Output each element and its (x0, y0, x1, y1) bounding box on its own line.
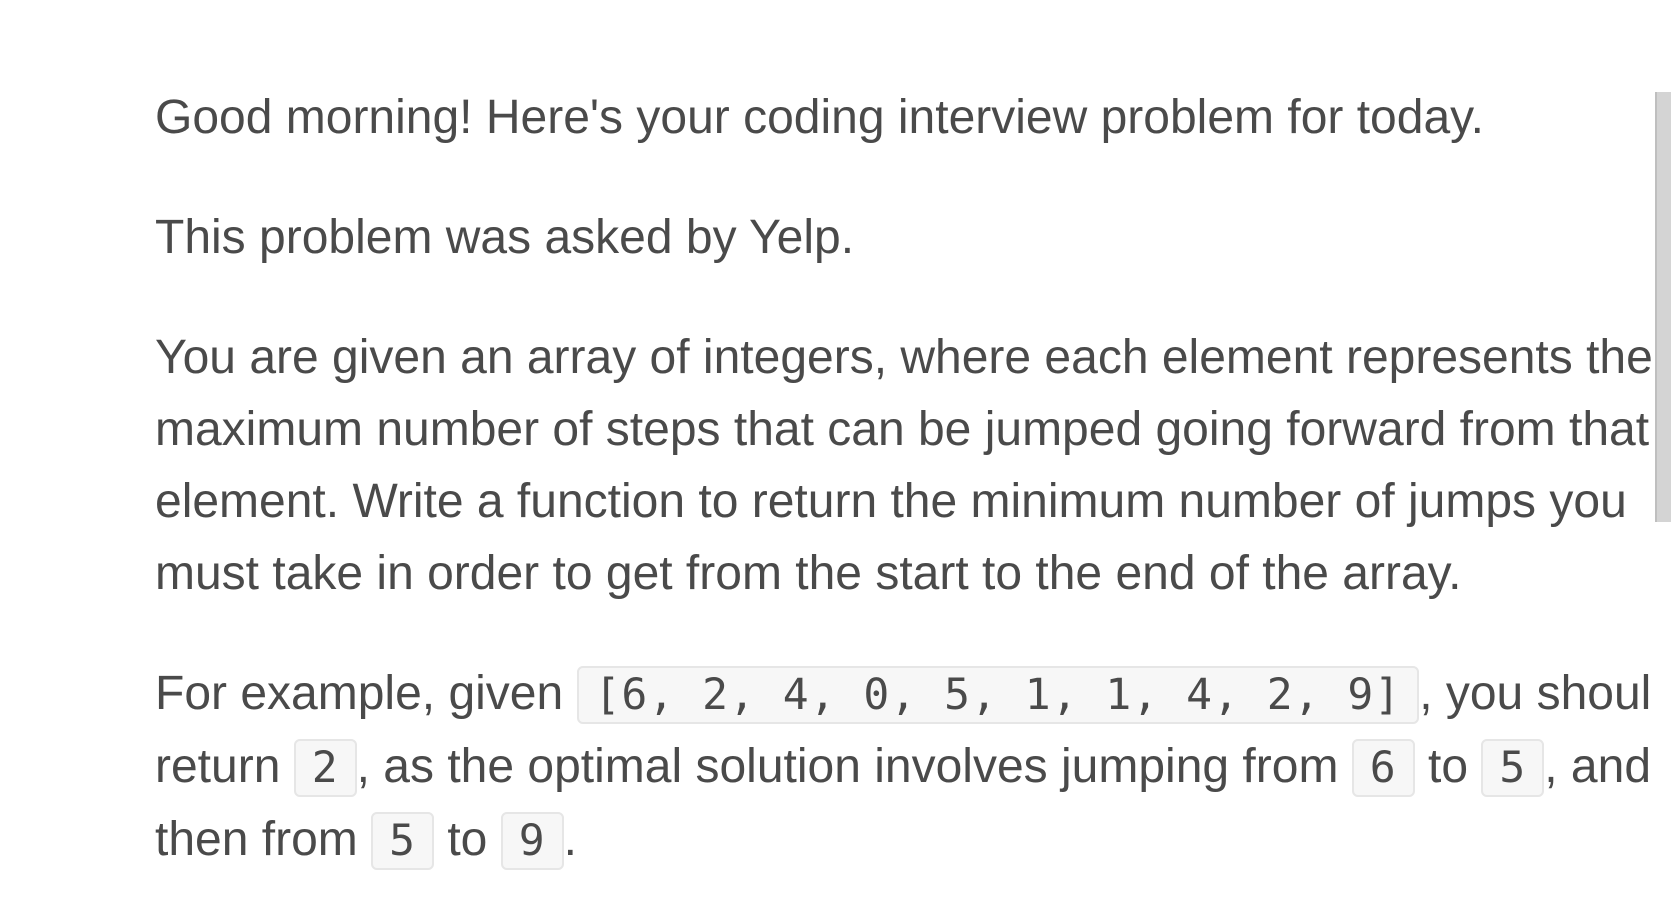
example-array-code: [6, 2, 4, 0, 5, 1, 1, 4, 2, 9] (576, 666, 1420, 724)
vertical-scrollbar[interactable] (1655, 92, 1671, 522)
page: Good morning! Here's your coding intervi… (0, 0, 1671, 915)
example-text-3: , as the optimal solution involves jumpi… (356, 740, 1352, 793)
example-text-7: . (563, 813, 577, 866)
jump-from-code-2: 5 (371, 812, 434, 870)
example-text-6: to (433, 813, 501, 866)
example-text-4: to (1414, 740, 1482, 793)
jump-from-code-1: 6 (1351, 739, 1415, 797)
answer-code: 2 (293, 739, 357, 797)
source-text: This problem was asked by Yelp. (155, 211, 855, 264)
jump-to-code-2: 9 (500, 812, 564, 870)
example-paragraph: For example, given [6, 2, 4, 0, 5, 1, 1,… (155, 658, 1653, 877)
jump-to-code-1: 5 (1481, 739, 1545, 797)
greeting-text: Good morning! Here's your coding intervi… (155, 91, 1484, 144)
example-text-1: For example, given (155, 667, 577, 720)
problem-content: Good morning! Here's your coding intervi… (155, 82, 1653, 877)
problem-statement: You are given an array of integers, wher… (155, 331, 1653, 600)
